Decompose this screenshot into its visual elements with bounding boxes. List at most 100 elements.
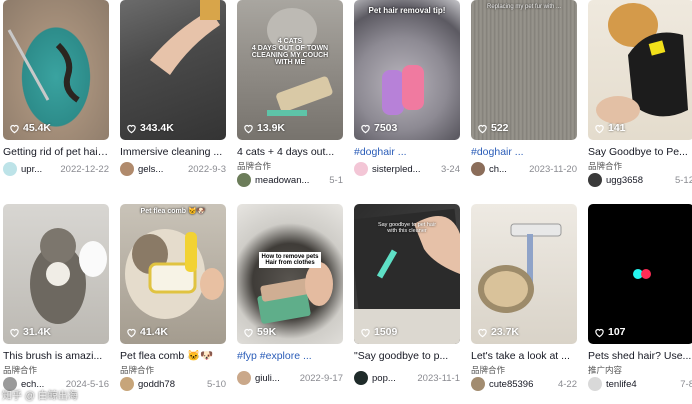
video-meta: gels... 2022-9-3 (120, 162, 226, 176)
post-date: 7-8 (680, 378, 692, 390)
video-card[interactable]: Pet hair removal tip! 7503 #doghair ... … (354, 0, 460, 196)
video-title[interactable]: Getting rid of pet hair... (3, 146, 109, 159)
avatar[interactable] (588, 173, 602, 187)
video-card[interactable]: 31.4K This brush is amazi... 品牌合作 ech...… (3, 196, 109, 404)
video-meta: cute85396 4-22 (471, 377, 577, 391)
avatar[interactable] (3, 162, 17, 176)
post-date: 2022-12-22 (60, 163, 109, 175)
video-card[interactable]: Replacing my pet fur with ... 522 #dogha… (471, 0, 577, 196)
heart-icon (127, 124, 136, 133)
post-date: 2022-9-17 (299, 372, 343, 384)
video-meta: pop... 2023-11-1 (354, 371, 460, 385)
view-count: 1509 (360, 326, 397, 338)
video-card[interactable]: 141 Say Goodbye to Pe... 品牌合作 ugg3658 5-… (588, 0, 692, 196)
avatar[interactable] (471, 377, 485, 391)
author-name[interactable]: sisterpled... (372, 164, 421, 175)
watermark: 知乎 @ 白鲸出海 (2, 391, 78, 402)
video-meta: meadowan... 5-1 (237, 173, 343, 187)
video-meta: goddh78 5-10 (120, 377, 226, 391)
tiktok-dots-logo-icon (633, 269, 651, 279)
video-meta: giuli... 2022-9-17 (237, 371, 343, 385)
brand-partnership-badge: 品牌合作 (471, 365, 506, 375)
heart-icon (244, 328, 253, 337)
video-card[interactable]: 4 CATS 4 DAYS OUT OF TOWN CLEANING MY CO… (237, 0, 343, 196)
video-meta: tenlife4 7-8 (588, 377, 692, 391)
heart-icon (10, 328, 19, 337)
video-thumbnail[interactable]: Replacing my pet fur with ... 522 (471, 0, 577, 140)
author-name[interactable]: tenlife4 (606, 379, 637, 390)
video-thumbnail[interactable]: Pet flea comb 🐱🐶 41.4K (120, 204, 226, 344)
avatar[interactable] (120, 377, 134, 391)
video-card[interactable]: How to remove pets Hair from clothes 59K… (237, 196, 343, 404)
video-thumbnail[interactable]: 107 (588, 204, 692, 344)
video-title[interactable]: #fyp #explore ... (237, 350, 343, 363)
view-count: 7503 (360, 122, 397, 134)
video-title[interactable]: Let's take a look at ... (471, 350, 577, 363)
post-date: 2022-9-3 (187, 163, 226, 175)
author-name[interactable]: giuli... (255, 373, 280, 384)
video-thumbnail[interactable]: Pet hair removal tip! 7503 (354, 0, 460, 140)
heart-icon (478, 124, 487, 133)
video-title[interactable]: #doghair ... (471, 146, 577, 159)
video-thumbnail[interactable]: 45.4K (3, 0, 109, 140)
video-thumbnail[interactable]: Say goodbye to pet hair with this cleane… (354, 204, 460, 344)
heart-icon (595, 124, 604, 133)
video-grid: 45.4K Getting rid of pet hair... upr... … (3, 0, 692, 404)
video-overlay-caption: Say goodbye to pet hair with this cleane… (377, 222, 437, 234)
video-title[interactable]: "Say goodbye to p... (354, 350, 460, 363)
author-name[interactable]: goddh78 (138, 379, 175, 390)
author-name[interactable]: cute85396 (489, 379, 533, 390)
video-title[interactable]: Pet flea comb 🐱🐶 (120, 350, 226, 363)
brand-partnership-badge: 品牌合作 (237, 161, 272, 171)
avatar[interactable] (120, 162, 134, 176)
avatar[interactable] (471, 162, 485, 176)
author-name[interactable]: gels... (138, 164, 163, 175)
author-name[interactable]: pop... (372, 373, 396, 384)
video-meta: ch... 2023-11-20 (471, 162, 577, 176)
flea-comb-illustration (125, 229, 224, 319)
author-name[interactable]: upr... (21, 164, 42, 175)
video-thumbnail[interactable]: 343.4K (120, 0, 226, 140)
view-count: 31.4K (9, 326, 51, 338)
author-name[interactable]: meadowan... (255, 175, 309, 186)
view-count: 23.7K (477, 326, 519, 338)
avatar[interactable] (354, 162, 368, 176)
video-overlay-caption: How to remove pets Hair from clothes (259, 252, 321, 268)
post-date: 3-24 (440, 163, 460, 175)
video-card[interactable]: Pet flea comb 🐱🐶 41.4K Pet flea comb 🐱🐶 … (120, 196, 226, 404)
video-card[interactable]: 23.7K Let's take a look at ... 品牌合作 cute… (471, 196, 577, 404)
heart-icon (10, 124, 19, 133)
view-count: 343.4K (126, 122, 174, 134)
video-card[interactable]: 45.4K Getting rid of pet hair... upr... … (3, 0, 109, 196)
avatar[interactable] (354, 371, 368, 385)
dog-glove-illustration (596, 3, 688, 124)
heart-icon (595, 328, 604, 337)
author-name[interactable]: ugg3658 (606, 175, 643, 186)
heart-icon (478, 328, 487, 337)
video-title[interactable]: Immersive cleaning ... (120, 146, 226, 159)
avatar[interactable] (588, 377, 602, 391)
author-name[interactable]: ch... (489, 164, 507, 175)
lint-roller-illustration (382, 65, 424, 115)
video-title[interactable]: #doghair ... (354, 146, 460, 159)
video-overlay-caption: Pet flea comb 🐱🐶 (140, 208, 206, 215)
promoted-content-badge: 推广内容 (588, 365, 623, 375)
video-thumbnail[interactable]: 141 (588, 0, 692, 140)
video-thumbnail[interactable]: 4 CATS 4 DAYS OUT OF TOWN CLEANING MY CO… (237, 0, 343, 140)
video-card[interactable]: 343.4K Immersive cleaning ... gels... 20… (120, 0, 226, 196)
video-meta: ugg3658 5-12 (588, 173, 692, 187)
avatar[interactable] (237, 371, 251, 385)
heart-icon (361, 124, 370, 133)
video-title[interactable]: Say Goodbye to Pe... (588, 146, 692, 159)
video-thumbnail[interactable]: 23.7K (471, 204, 577, 344)
video-thumbnail[interactable]: 31.4K (3, 204, 109, 344)
video-title[interactable]: This brush is amazi... (3, 350, 109, 363)
heart-icon (127, 328, 136, 337)
video-card[interactable]: 107 Pets shed hair? Use... 推广内容 tenlife4… (588, 196, 692, 404)
video-card[interactable]: Say goodbye to pet hair with this cleane… (354, 196, 460, 404)
avatar[interactable] (237, 173, 251, 187)
rug-illustration (7, 29, 80, 103)
video-title[interactable]: Pets shed hair? Use... (588, 350, 692, 363)
video-title[interactable]: 4 cats + 4 days out... (237, 146, 343, 159)
video-thumbnail[interactable]: How to remove pets Hair from clothes 59K (237, 204, 343, 344)
